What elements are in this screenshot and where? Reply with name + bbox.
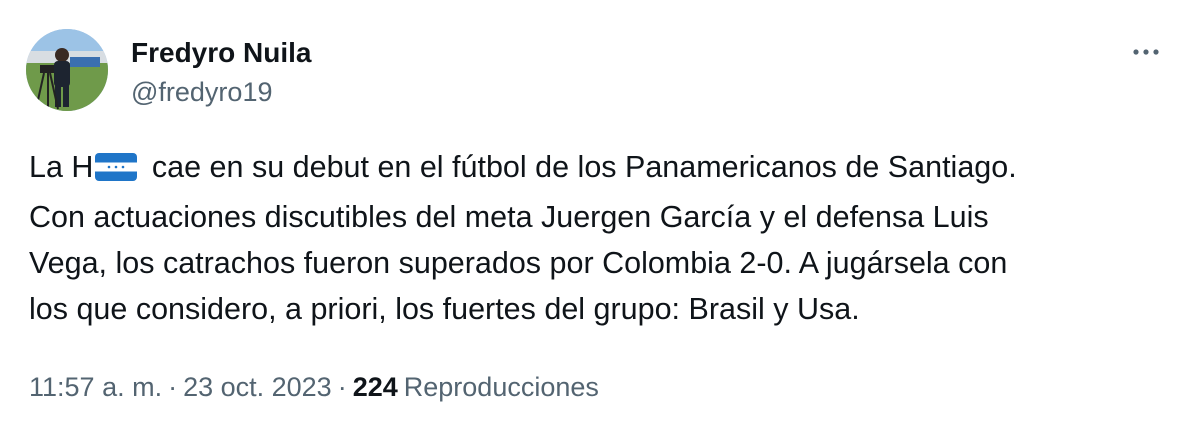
tweet-line: Con actuaciones discutibles del meta Jue… xyxy=(29,200,989,234)
tweet-text-segment: cae en su debut en el fútbol de los Pana… xyxy=(143,150,1017,184)
author-name[interactable]: Fredyro Nuila xyxy=(131,36,311,70)
separator-dot: · xyxy=(337,372,347,402)
separator-dot: · xyxy=(168,372,178,402)
tweet-line: La H cae en su debut en el fútbol de los… xyxy=(29,144,1179,194)
more-horizontal-icon xyxy=(1133,49,1159,55)
tweet-text: La H cae en su debut en el fútbol de los… xyxy=(29,144,1179,332)
avatar-photo xyxy=(26,29,108,111)
avatar[interactable] xyxy=(26,29,108,111)
views-label: Reproducciones xyxy=(403,372,599,402)
tweet-time[interactable]: 11:57 a. m. xyxy=(29,372,162,402)
more-options-button[interactable] xyxy=(1126,38,1166,66)
author-handle[interactable]: @fredyro19 xyxy=(131,76,272,108)
tweet-line: los que considero, a priori, los fuertes… xyxy=(29,292,860,326)
views-count: 224 xyxy=(352,372,398,402)
honduras-flag-icon xyxy=(95,148,138,194)
tweet-line: Vega, los catrachos fueron superados por… xyxy=(29,246,1008,280)
tweet-meta: 11:57 a. m. · 23 oct. 2023 · 224 Reproduccion… xyxy=(29,370,599,404)
tweet-date[interactable]: 23 oct. 2023 xyxy=(183,372,332,402)
tweet-text-segment: La H xyxy=(29,150,94,184)
tweet-card: Fredyro Nuila @fredyro19 La H cae en su … xyxy=(0,0,1200,421)
